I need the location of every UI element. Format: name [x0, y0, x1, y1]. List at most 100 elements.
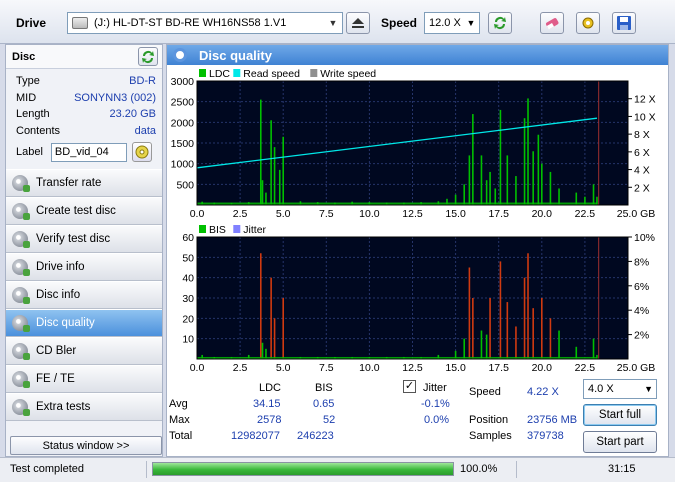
y2-tick-label: 4% [634, 305, 649, 317]
disc-icon [12, 399, 30, 416]
chevron-down-icon[interactable]: ▼ [644, 384, 653, 394]
chevron-down-icon[interactable]: ▼ [463, 13, 479, 33]
status-window-button[interactable]: Status window >> [10, 436, 162, 455]
disc-mid-row: MID SONYNN3 (002) [16, 90, 156, 107]
nav-item-cd-bler[interactable]: CD Bler [6, 337, 162, 365]
disc-icon [12, 287, 30, 304]
y2-tick-label: 2% [634, 330, 649, 342]
chevron-down-icon[interactable]: ▼ [324, 13, 342, 33]
x-tick-label: 25.0 GB [617, 208, 656, 220]
x-tick-label: 0.0 [190, 208, 205, 220]
legend-label: Jitter [243, 224, 266, 236]
disc-contents-row: Contents data [16, 123, 156, 140]
stats-max-label: Max [169, 414, 190, 426]
disc-label-input[interactable]: BD_vid_04 [50, 142, 127, 162]
y2-tick-label: 10 X [634, 111, 656, 123]
stats-avg-label: Avg [169, 398, 188, 410]
nav-item-label: Disc quality [36, 317, 95, 329]
drive-select-value: (J:) HL-DT-ST BD-RE WH16NS58 1.V1 [94, 17, 287, 29]
speed-label: Speed [469, 386, 501, 398]
y2-tick-label: 2 X [634, 182, 650, 194]
disc-icon [12, 343, 30, 360]
stats-max-jitter: 0.0% [424, 414, 450, 426]
nav-item-label: Disc info [36, 289, 81, 301]
elapsed-time: 31:15 [608, 463, 636, 475]
x-tick-label: 7.5 [319, 208, 334, 220]
progress-fill [153, 463, 453, 475]
start-part-button[interactable]: Start part [583, 431, 657, 453]
refresh-icon [142, 50, 154, 63]
nav-item-disc-quality[interactable]: Disc quality [6, 309, 162, 337]
start-full-button[interactable]: Start full [583, 404, 657, 426]
stats-panel: LDC BIS ✓ Jitter Avg 34.15 0.65 -0.1% Ma… [167, 377, 670, 457]
x-tick-label: 0.0 [190, 362, 205, 373]
stats-total-label: Total [169, 430, 193, 442]
jitter-label: Jitter [423, 382, 447, 394]
x-tick-label: 17.5 [488, 208, 509, 220]
disc-label-button[interactable] [131, 142, 152, 162]
refresh-disc-button[interactable] [138, 47, 158, 66]
disc-mid-key: MID [16, 91, 37, 104]
y-tick-label: 10 [182, 334, 194, 346]
checkmark-icon: ✓ [404, 380, 415, 392]
y2-tick-label: 6 X [634, 147, 650, 159]
disc-mid-value: SONYNN3 (002) [74, 91, 156, 104]
disc-icon [12, 315, 30, 332]
x-tick-label: 17.5 [488, 362, 509, 373]
main-title-bar: Disc quality [167, 45, 668, 65]
x-tick-label: 20.0 [532, 362, 553, 373]
status-text: Test completed [10, 463, 84, 475]
nav-item-extra-tests[interactable]: Extra tests [6, 393, 162, 421]
nav-item-label: CD Bler [36, 345, 77, 357]
y-tick-label: 60 [182, 232, 194, 244]
disc-icon [12, 231, 30, 248]
x-tick-label: 2.5 [233, 362, 248, 373]
refresh-speed-button[interactable] [488, 12, 512, 34]
eject-button[interactable] [346, 12, 370, 34]
nav-item-label: Verify test disc [36, 233, 111, 245]
y-tick-label: 30 [182, 293, 194, 305]
x-tick-label: 12.5 [402, 208, 423, 220]
drive-select[interactable]: (J:) HL-DT-ST BD-RE WH16NS58 1.V1 ▼ [67, 12, 343, 34]
nav-item-disc-info[interactable]: Disc info [6, 281, 162, 309]
legend-swatch [310, 69, 318, 77]
nav-item-fe-te[interactable]: FE / TE [6, 365, 162, 393]
stats-total-ldc: 12982077 [231, 430, 280, 442]
status-bar: Test completed 100.0% 31:15 [0, 457, 675, 482]
nav-item-verify-test-disc[interactable]: Verify test disc [6, 225, 162, 253]
speed-value: 4.22 X [527, 386, 559, 398]
legend-swatch [233, 225, 241, 233]
stats-total-bis: 246223 [297, 430, 334, 442]
legend-swatch [199, 69, 206, 77]
erase-button[interactable] [540, 12, 564, 34]
y2-tick-label: 6% [634, 281, 649, 293]
disc-type-value: BD-R [129, 75, 156, 88]
y-tick-label: 40 [182, 273, 194, 285]
nav-item-create-test-disc[interactable]: Create test disc [6, 197, 162, 225]
status-divider [516, 461, 517, 478]
drive-icon [72, 17, 88, 29]
y2-tick-label: 8 X [634, 129, 650, 141]
main-panel: Disc quality LDC Read speed Write speed 300… [166, 44, 669, 457]
x-tick-label: 22.5 [575, 208, 596, 220]
y-tick-label: 1000 [171, 159, 195, 171]
y-tick-label: 50 [182, 252, 194, 264]
y-tick-label: 500 [176, 179, 194, 191]
disc-icon [12, 203, 30, 220]
nav-item-label: Drive info [36, 261, 85, 273]
nav-item-label: Transfer rate [36, 177, 102, 189]
jitter-checkbox[interactable]: ✓ [403, 380, 416, 393]
nav-list: Transfer rate Create test disc Verify test… [6, 169, 162, 421]
speed-select[interactable]: 12.0 X ▼ [424, 12, 480, 34]
stats-avg-ldc: 34.15 [253, 398, 281, 410]
nav-item-drive-info[interactable]: Drive info [6, 253, 162, 281]
test-speed-select[interactable]: 4.0 X ▼ [583, 379, 657, 399]
disc-length-value: 23.20 GB [109, 108, 156, 121]
ldc-chart: LDC Read speed Write speed 3000 2500 2000 1500… [171, 68, 656, 220]
options-button[interactable] [576, 12, 600, 34]
legend-swatch [199, 225, 206, 233]
y2-tick-label: 4 X [634, 165, 650, 177]
disc-contents-key: Contents [16, 124, 61, 137]
nav-item-transfer-rate[interactable]: Transfer rate [6, 169, 162, 197]
save-button[interactable] [612, 12, 636, 34]
